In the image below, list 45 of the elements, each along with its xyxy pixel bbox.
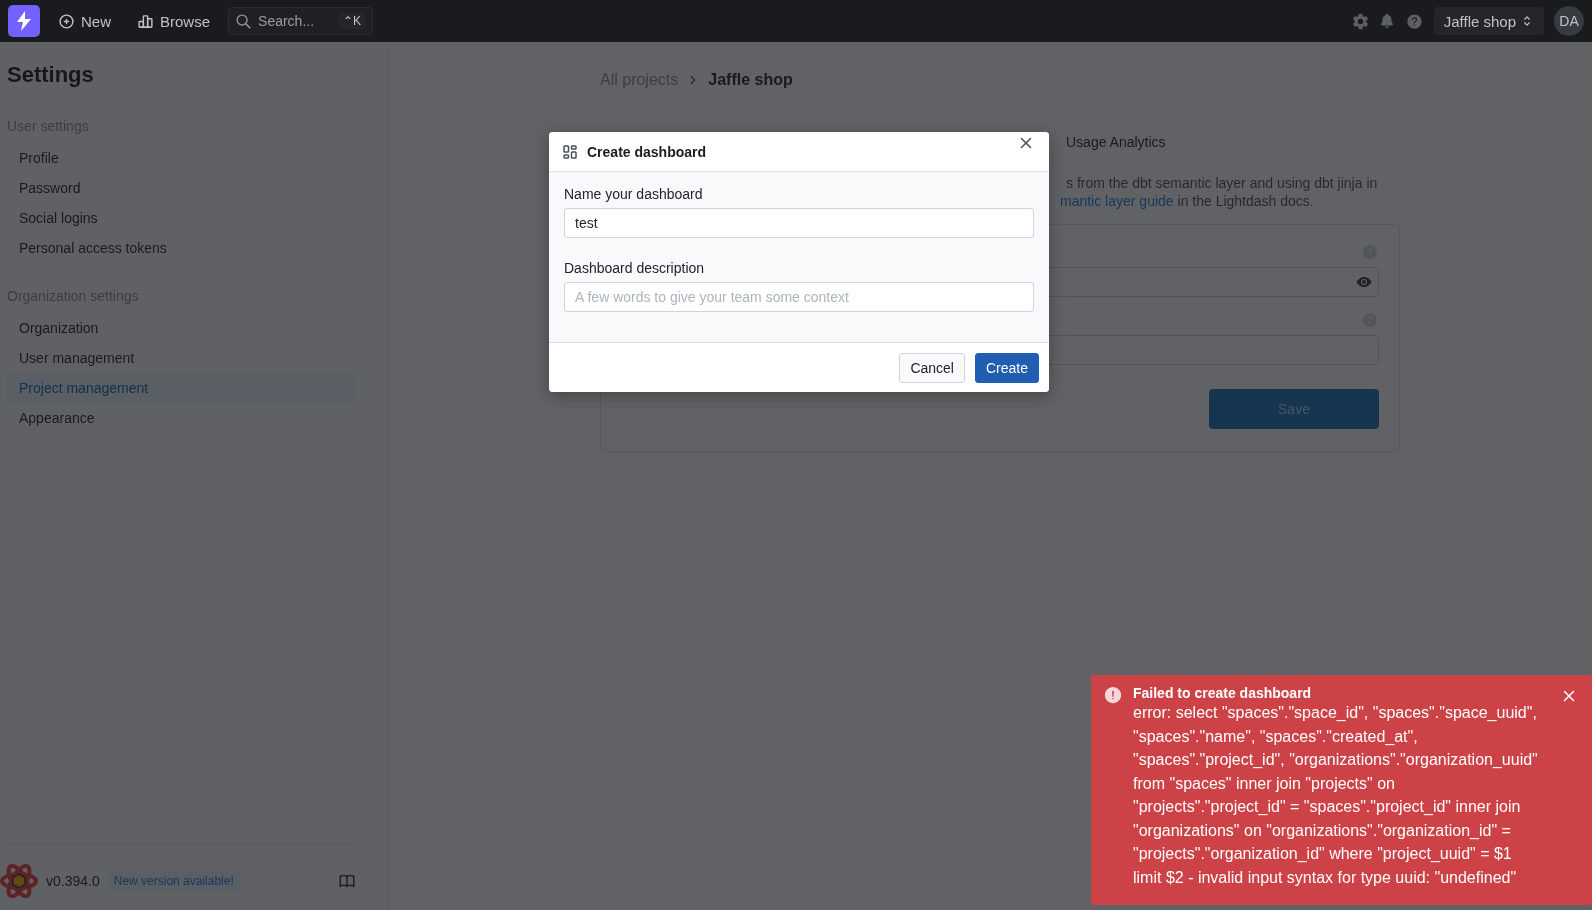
- sidebar-item[interactable]: Project management: [7, 374, 356, 402]
- settings-title: Settings: [7, 62, 95, 88]
- sidebar-item[interactable]: Social logins: [7, 204, 356, 232]
- search-placeholder: Search...: [258, 13, 315, 29]
- avatar[interactable]: DA: [1554, 6, 1584, 36]
- new-button[interactable]: New: [50, 8, 119, 34]
- atom-logo-icon: [0, 864, 38, 898]
- tab[interactable]: Usage Analytics: [1066, 134, 1592, 158]
- description-text: mantic layer guide in the Lightdash docs.: [1060, 192, 1315, 210]
- plus-icon: [58, 12, 75, 30]
- dialog-title: Create dashboard: [587, 143, 707, 160]
- bell-icon[interactable]: [1378, 13, 1395, 29]
- book-icon[interactable]: [338, 872, 356, 890]
- update-badge[interactable]: New version available!: [107, 872, 240, 890]
- field-label: Name your dashboard: [564, 186, 704, 202]
- shortcut-key: ⌃K: [338, 13, 367, 29]
- description-input[interactable]: A few words to give your team some context: [564, 282, 1034, 312]
- sidebar-item[interactable]: Personal access tokens: [7, 234, 356, 262]
- logo[interactable]: [8, 5, 40, 37]
- create-button[interactable]: Create: [974, 352, 1039, 383]
- alert-icon: [1103, 685, 1123, 705]
- settings-icon[interactable]: [1351, 12, 1369, 30]
- help-icon[interactable]: [1404, 11, 1424, 31]
- breadcrumb-link[interactable]: Jaffle shop: [708, 71, 793, 89]
- search-icon: [235, 12, 253, 30]
- browse-button[interactable]: Browse: [129, 8, 219, 34]
- sidebar-item[interactable]: User management: [7, 344, 356, 372]
- chart-icon: [137, 12, 154, 30]
- version-text: v0.394.0: [46, 873, 100, 889]
- toast-title: Failed to create dashboard: [1133, 685, 1313, 701]
- name-input[interactable]: test: [564, 208, 1034, 238]
- eye-icon[interactable]: [1356, 274, 1372, 290]
- logo-icon: [16, 11, 32, 31]
- description-text: s from the dbt semantic layer and using dbt jinja in: [1066, 174, 1379, 192]
- guide-link[interactable]: mantic layer guide: [1060, 193, 1174, 209]
- error-message: error: select "spaces"."space_id", "spaces"."space_uuid", "spaces"."name", "spaces"."created_at", "spaces"."project_id", "organizations"."organization_uuid" from "spaces" inner join "projects" on "projects"."project_id" = "spaces"."project_id" inner join "organizations" on "organizations"."organization_id" = "projects"."organization_id" where "project_uuid" = $1 limit $2 - invalid input syntax for type uuid: "undefined": [1133, 703, 1539, 888]
- project-selector[interactable]: Jaffle shop: [1433, 7, 1544, 35]
- sidebar-item[interactable]: Password: [7, 174, 356, 202]
- field-label: Dashboard description: [564, 260, 706, 276]
- cancel-button[interactable]: Cancel: [899, 352, 965, 383]
- sidebar-item[interactable]: Appearance: [7, 404, 356, 432]
- search-field[interactable]: Search... ⌃K: [228, 7, 374, 35]
- sidebar-item[interactable]: Profile: [7, 144, 356, 172]
- sidebar-item[interactable]: Organization: [7, 314, 356, 342]
- dashboard-icon: [561, 142, 579, 161]
